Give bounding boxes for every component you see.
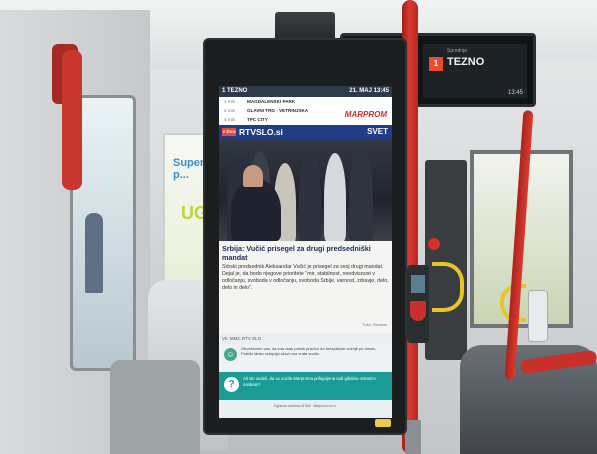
- route-time: 13:45: [507, 90, 523, 96]
- red-grab-handle: [62, 50, 82, 190]
- device-logo-icon: [375, 419, 391, 427]
- photo-speaker: [231, 179, 281, 241]
- info-screen: 1 TEZNO 21. MAJ 13:45 1 min MAGDALENSKI …: [219, 86, 392, 418]
- stop-request-icon: [428, 238, 440, 250]
- news-section: SVET: [367, 127, 388, 136]
- stop-item: 2 min GLAVNI TRG - VETRINJSKA: [219, 106, 339, 115]
- screen-footer: Oglasna vsebina ATOM · Marprom d.o.o.: [273, 404, 338, 408]
- validator-screen: [411, 275, 425, 293]
- pole-base: [405, 420, 421, 454]
- news-source: Vir: MMC RTV SLO: [222, 336, 262, 341]
- info-monitor: 1 TEZNO 21. MAJ 13:45 1 min MAGDALENSKI …: [205, 40, 405, 433]
- seat-front: [110, 360, 200, 454]
- stop-minutes: 1 min: [224, 99, 236, 104]
- live-badge: V ŽIVO: [222, 128, 236, 136]
- stop-name: GLAVNI TRG - VETRINJSKA: [247, 108, 309, 113]
- news-headline: Srbija: Vučić prisegel za drugi predsedn…: [222, 244, 371, 262]
- sanitizer-bottle: [528, 290, 548, 342]
- notice-area: Vir: MMC RTV SLO ☺ Obveščamo vas, da ima…: [219, 334, 392, 418]
- route-line-number: 1: [429, 57, 443, 71]
- marprom-logo: MARPROM: [344, 110, 387, 119]
- screen-header: 1 TEZNO 21. MAJ 13:45: [219, 86, 392, 97]
- route-sub: Sprednje: [447, 48, 468, 54]
- route-display-screen: Sprednje 1 TEZNO 13:45: [423, 44, 527, 98]
- stop-minutes: 4 min: [224, 117, 236, 122]
- photo-figure: [349, 147, 373, 241]
- photo-face: [243, 165, 263, 187]
- pedestrian-figure: [85, 213, 103, 293]
- stop-name: TPC CITY: [247, 117, 268, 122]
- photo-figure: [299, 149, 321, 241]
- rtvslo-brand: RTVSLO.si: [239, 127, 283, 137]
- stop-name: MAGDALENSKI PARK: [247, 99, 296, 104]
- stop-item: 4 min TPC CITY: [219, 115, 339, 124]
- header-route: 1 TEZNO: [222, 88, 248, 94]
- ad-text-2: UG: [181, 203, 208, 223]
- notice-text-2: Ali ste vedeli, da so vozila Marproma pr…: [243, 376, 376, 387]
- photo-figure: [324, 153, 346, 241]
- question-icon: ?: [224, 377, 239, 392]
- ticket-validator: [407, 265, 429, 343]
- header-date-time: 21. MAJ 13:45: [349, 88, 389, 94]
- news-source-bar: V ŽIVO RTVSLO.si SVET: [219, 125, 392, 139]
- stop-item: 1 min MAGDALENSKI PARK: [219, 97, 339, 106]
- stop-minutes: 2 min: [224, 108, 236, 113]
- door-panel: [425, 160, 467, 360]
- photo-credit: Foto: Reuters: [362, 322, 387, 327]
- next-stops-list: 1 min MAGDALENSKI PARK 2 min GLAVNI TRG …: [219, 97, 392, 125]
- info-icon: ☺: [224, 348, 237, 361]
- news-photo: [219, 139, 392, 241]
- bus-interior-photo: Super p... UG Sprednje 1 TEZNO 13:45 1 T…: [0, 0, 597, 454]
- route-destination: TEZNO: [447, 56, 485, 68]
- monitor-mount: [275, 12, 335, 42]
- yellow-handrail: [432, 262, 464, 312]
- notice-text-1: Obveščamo vas, da ima vsak potnik pravic…: [241, 346, 377, 356]
- city-crest-icon: [410, 301, 426, 321]
- news-body: Srbski predsednik Aleksandar Vučić je pr…: [222, 264, 389, 291]
